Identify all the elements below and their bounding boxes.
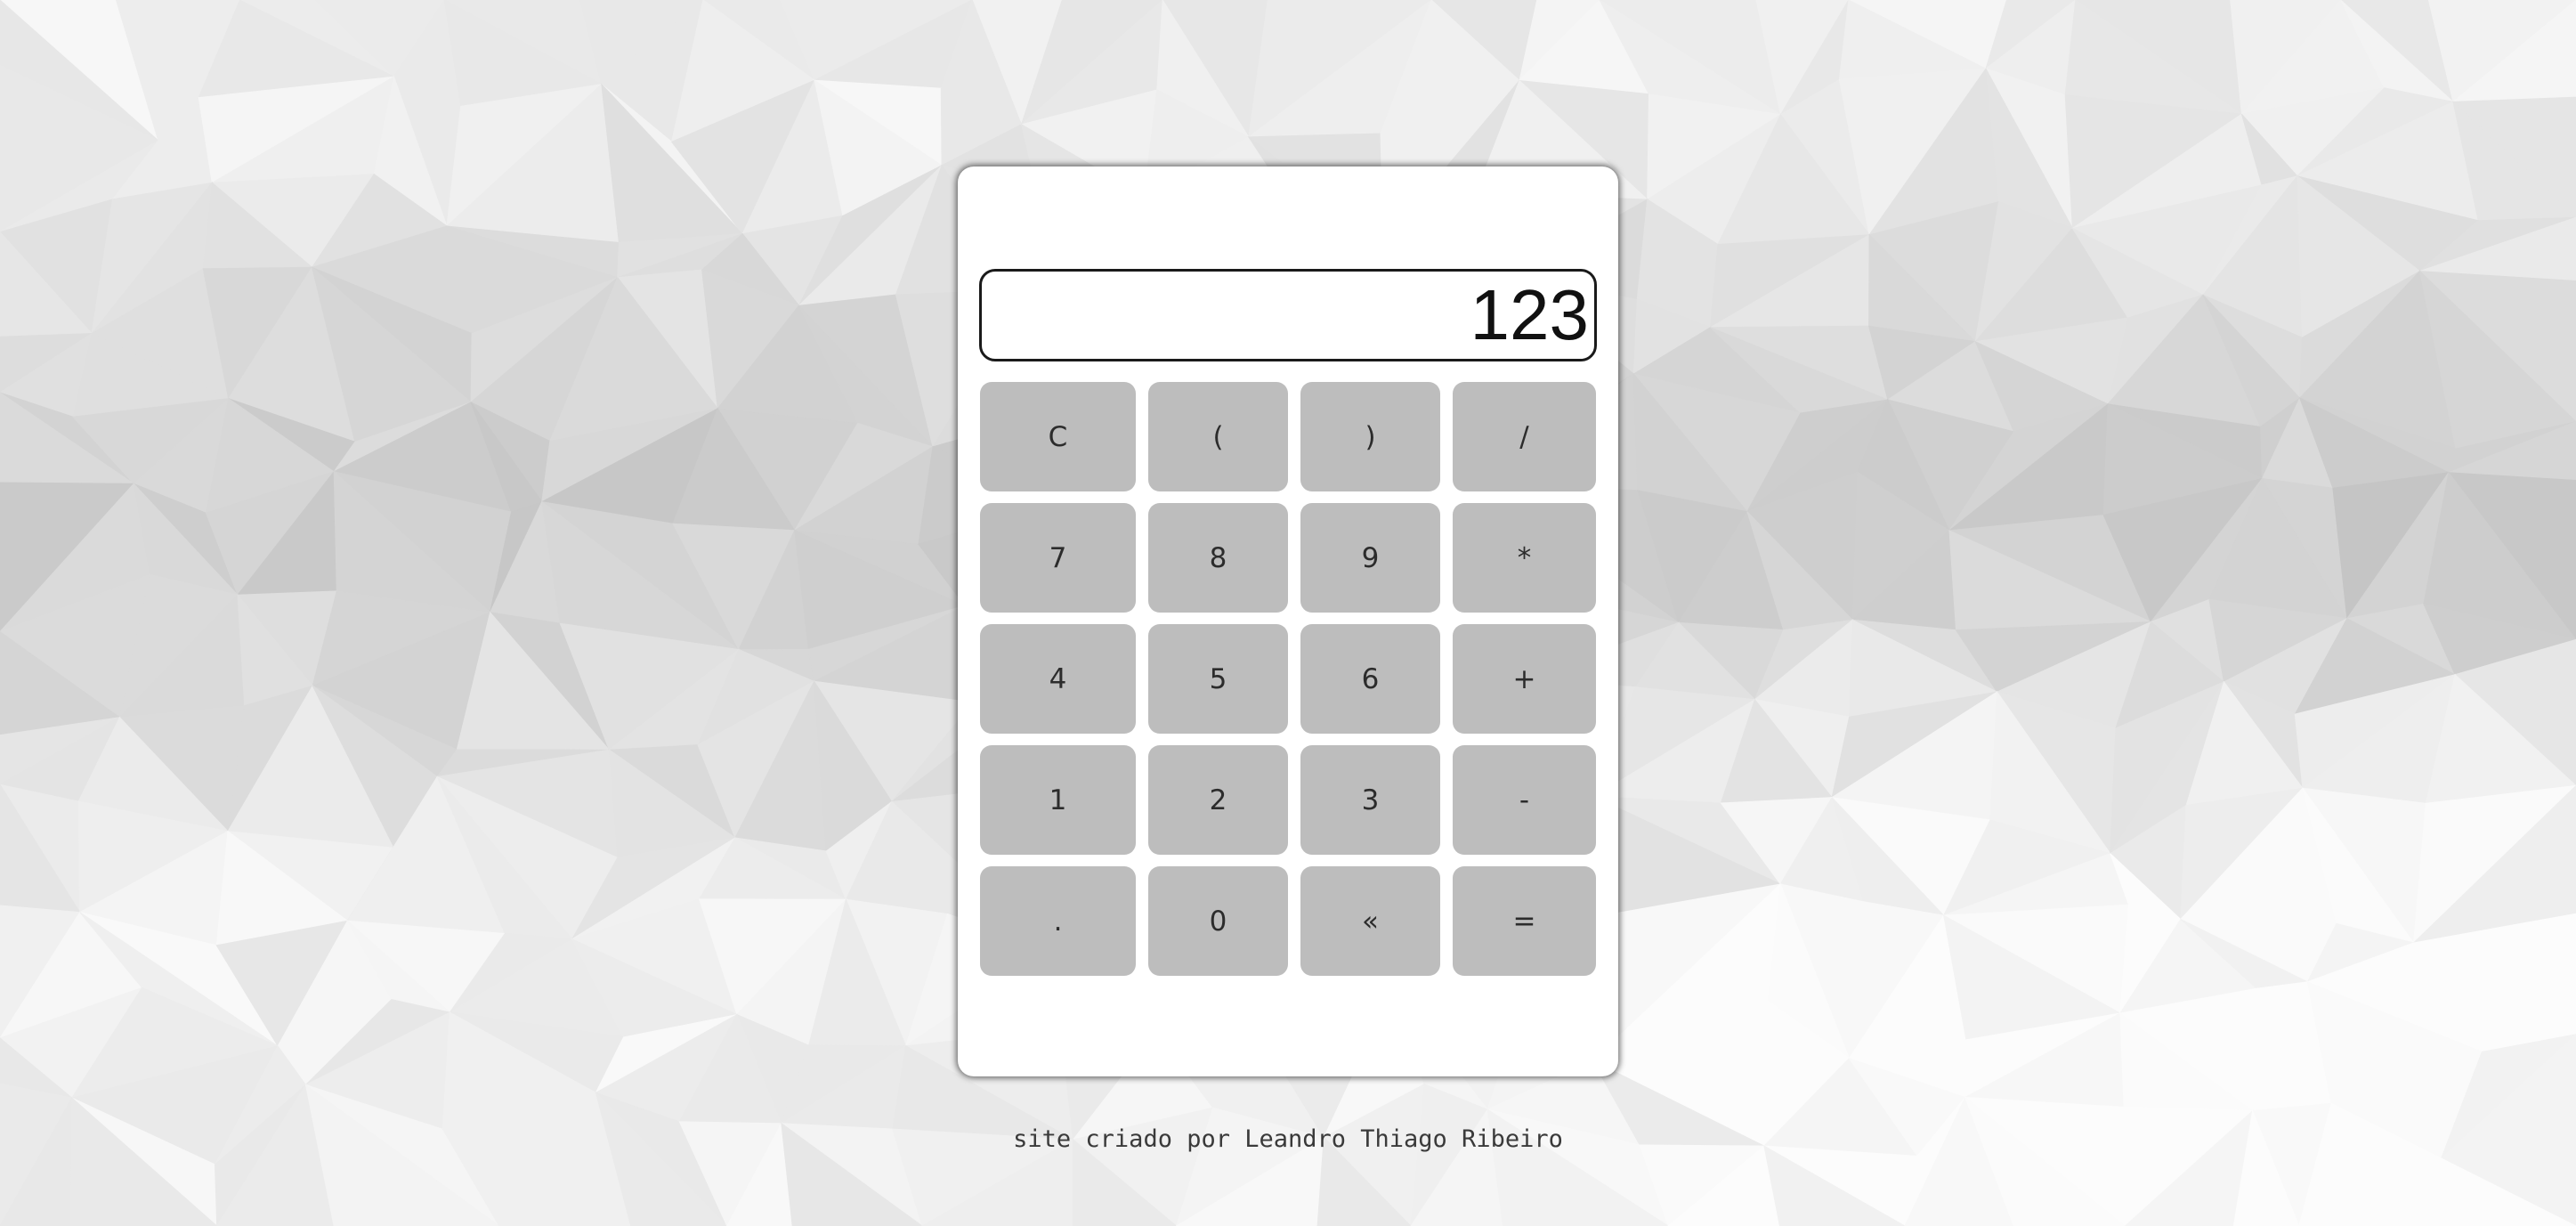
open-paren-button[interactable]: ( xyxy=(1148,382,1288,491)
six-button[interactable]: 6 xyxy=(1300,624,1440,734)
clear-button[interactable]: C xyxy=(980,382,1136,491)
three-button[interactable]: 3 xyxy=(1300,745,1440,855)
four-button[interactable]: 4 xyxy=(980,624,1136,734)
minus-button[interactable]: - xyxy=(1453,745,1596,855)
zero-button[interactable]: 0 xyxy=(1148,866,1288,976)
eight-button[interactable]: 8 xyxy=(1148,503,1288,613)
plus-button[interactable]: + xyxy=(1453,624,1596,734)
footer-credit: site criado por Leandro Thiago Ribeiro xyxy=(1013,1125,1563,1153)
two-button[interactable]: 2 xyxy=(1148,745,1288,855)
divide-button[interactable]: / xyxy=(1453,382,1596,491)
calculator-panel: C ( ) / 7 8 9 * 4 5 6 + 1 2 3 - . 0 « = xyxy=(958,166,1618,1076)
nine-button[interactable]: 9 xyxy=(1300,503,1440,613)
five-button[interactable]: 5 xyxy=(1148,624,1288,734)
backspace-button[interactable]: « xyxy=(1300,866,1440,976)
display-field[interactable] xyxy=(979,269,1597,361)
multiply-button[interactable]: * xyxy=(1453,503,1596,613)
decimal-button[interactable]: . xyxy=(980,866,1136,976)
one-button[interactable]: 1 xyxy=(980,745,1136,855)
seven-button[interactable]: 7 xyxy=(980,503,1136,613)
keypad: C ( ) / 7 8 9 * 4 5 6 + 1 2 3 - . 0 « = xyxy=(980,382,1597,976)
close-paren-button[interactable]: ) xyxy=(1300,382,1440,491)
equals-button[interactable]: = xyxy=(1453,866,1596,976)
